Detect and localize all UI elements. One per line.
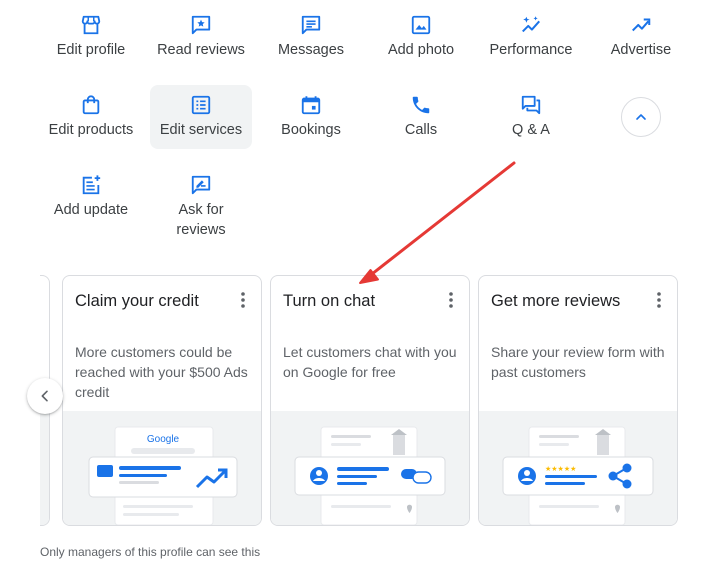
storefront-icon [81, 15, 101, 35]
action-label: Performance [489, 42, 573, 58]
more-vert-icon[interactable] [443, 290, 459, 310]
action-label: Add update [53, 202, 129, 218]
photo-icon [411, 15, 431, 35]
carousel-prev-button[interactable] [27, 378, 63, 414]
edit-profile-action[interactable]: Edit profile [40, 0, 142, 64]
card-illustration [40, 411, 49, 525]
q-and-a-action[interactable]: Q & A [480, 80, 582, 144]
card-illustration [271, 411, 469, 525]
calendar-icon [301, 96, 321, 115]
action-label: Ask for reviews [176, 202, 226, 238]
edit-products-action[interactable]: Edit products [40, 80, 142, 144]
add-update-action[interactable]: Add update [40, 160, 142, 224]
shopping-bag-icon [82, 95, 100, 115]
card-title: Turn on chat [283, 292, 376, 310]
message-icon [301, 15, 321, 35]
calls-action[interactable]: Calls [370, 80, 472, 144]
action-label: Calls [404, 122, 438, 138]
suggestion-carousel: Claim your credit More customers could b… [40, 275, 680, 527]
list-icon [191, 95, 211, 115]
suggestion-card-claim-credit[interactable]: Claim your credit More customers could b… [62, 275, 262, 526]
action-label: Read reviews [157, 42, 245, 58]
action-label: Edit profile [56, 42, 126, 58]
post-add-icon [82, 175, 101, 195]
sparkle-trend-icon [522, 16, 541, 33]
edit-services-action[interactable]: Edit services [150, 85, 252, 149]
phone-icon [412, 96, 430, 114]
card-title: Get more reviews [491, 292, 621, 310]
action-label: Edit products [48, 122, 134, 138]
more-vert-icon[interactable] [651, 290, 667, 310]
trending-up-icon [632, 18, 651, 32]
card-illustration: Google [63, 411, 261, 525]
ask-for-reviews-action[interactable]: Ask for reviews [150, 160, 252, 244]
performance-action[interactable]: Performance [480, 0, 582, 64]
messages-action[interactable]: Messages [260, 0, 362, 64]
action-label: Bookings [281, 122, 341, 138]
read-reviews-action[interactable]: Read reviews [150, 0, 252, 64]
action-label: Edit services [159, 122, 243, 138]
card-title: Claim your credit [75, 292, 199, 310]
chevron-left-icon [41, 390, 48, 402]
advertise-action[interactable]: Advertise [590, 0, 692, 64]
star-review-icon [191, 15, 211, 35]
card-description: Let customers chat with you on Google fo… [283, 344, 457, 380]
bookings-action[interactable]: Bookings [260, 80, 362, 144]
question-answer-icon [521, 95, 541, 115]
google-logo-text: Google [147, 434, 180, 445]
chevron-up-icon [636, 114, 646, 120]
collapse-actions-button[interactable] [621, 97, 661, 137]
suggestion-card-turn-on-chat[interactable]: Turn on chat Let customers chat with you… [270, 275, 470, 526]
card-illustration: ★★★★★ [479, 411, 677, 525]
add-photo-action[interactable]: Add photo [370, 0, 472, 64]
action-label: Add photo [387, 42, 455, 58]
more-vert-icon[interactable] [235, 290, 251, 310]
card-description: More customers could be reached with you… [75, 344, 248, 400]
card-description: Share your review form with past custome… [491, 344, 665, 380]
action-label: Messages [277, 42, 345, 58]
action-label: Advertise [610, 42, 672, 58]
action-label: Q & A [512, 122, 550, 138]
rate-review-icon [191, 175, 211, 195]
suggestion-card-get-more-reviews[interactable]: Get more reviews Share your review form … [478, 275, 678, 526]
managers-only-note: Only managers of this profile can see th… [40, 545, 261, 559]
rating-stars: ★★★★★ [545, 465, 576, 473]
